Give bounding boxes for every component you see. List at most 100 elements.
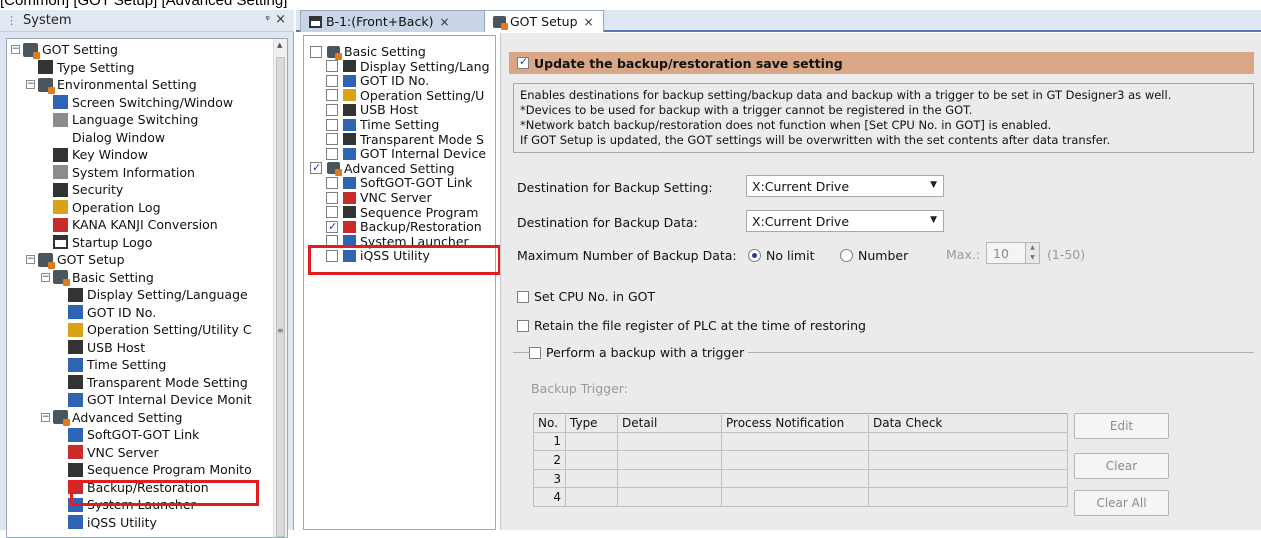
setup-tree-checkbox[interactable] [326,147,338,160]
retain-checkbox[interactable] [517,319,529,332]
dest-setting-dropdown[interactable]: X:Current Drive ▼ [746,175,944,197]
tree-item[interactable]: − Advanced Setting [41,409,182,426]
spin-up-icon[interactable]: ▲ [1026,243,1039,253]
edit-button[interactable]: Edit [1074,413,1169,439]
setup-tree-checkbox[interactable] [326,118,338,131]
radio-number[interactable]: Number [840,248,908,263]
collapse-icon[interactable]: − [26,255,35,264]
tab-close-icon[interactable]: × [439,15,449,29]
trigger-option[interactable]: Perform a backup with a trigger [529,345,749,360]
tree-item[interactable]: − Basic Setting [41,269,154,286]
setup-tree-checkbox[interactable] [326,219,338,234]
setup-tree-item[interactable]: Basic Setting [310,44,426,60]
setup-tree-item[interactable]: iQSS Utility [326,248,430,263]
setup-tree-checkbox[interactable] [310,160,322,175]
collapse-icon[interactable]: − [26,80,35,89]
tab-screen[interactable]: B-1:(Front+Back) × [300,10,486,32]
set-cpu-option[interactable]: Set CPU No. in GOT [517,289,655,304]
tree-item[interactable]: Transparent Mode Setting [56,374,248,391]
table-row[interactable]: 1 [533,431,1068,452]
setup-tree-item[interactable]: GOT Internal Device [326,146,486,161]
tree-item[interactable]: GOT Internal Device Monit [56,391,252,408]
setup-tree-checkbox[interactable] [326,206,338,219]
tab-got-setup[interactable]: GOT Setup × [484,10,604,32]
tree-item[interactable]: Dialog Window [41,129,165,146]
setup-tree-item[interactable]: Advanced Setting [310,160,454,177]
tree-item[interactable]: Display Setting/Language [56,286,248,303]
scroll-up-icon[interactable]: ▲ [277,41,282,49]
tree-item-label: Sequence Program Monito [87,462,252,477]
table-row[interactable]: 2 [533,450,1068,470]
setup-tree-item[interactable]: System Launcher [326,234,469,249]
setup-tree-item[interactable]: SoftGOT-GOT Link [326,175,472,190]
tree-item[interactable]: Key Window [41,146,148,163]
tree-item[interactable]: Security [41,181,123,198]
set-cpu-checkbox[interactable] [517,290,529,303]
close-icon[interactable]: × [275,12,286,27]
tree-item[interactable]: iQSS Utility [56,514,157,531]
spin-down-icon[interactable]: ▼ [1026,253,1039,263]
setup-tree-checkbox[interactable] [326,235,338,248]
tab-close-icon[interactable]: × [584,15,594,29]
internal-device-icon [68,392,83,407]
setup-tree-checkbox[interactable] [326,60,338,73]
tree-item[interactable]: Sequence Program Monito [56,461,252,478]
tree-item[interactable]: − GOT Setup [26,251,125,269]
setup-tree-checkbox[interactable] [326,133,338,146]
trigger-checkbox[interactable] [529,346,541,359]
collapse-icon[interactable]: − [41,412,50,422]
scrollbar-thumb[interactable] [276,57,285,537]
tree-item[interactable]: SoftGOT-GOT Link [56,426,199,443]
setup-tree-item[interactable]: Operation Setting/U [326,88,484,103]
collapse-icon[interactable]: − [41,272,50,282]
radio-no-limit[interactable]: No limit [748,248,814,263]
tree-item[interactable]: Type Setting [26,59,134,76]
clear-button[interactable]: Clear [1074,453,1169,479]
update-setting-checkbox[interactable] [517,55,529,69]
setup-tree-checkbox[interactable] [326,176,338,189]
tree-item[interactable]: Language Switching [41,111,198,128]
setup-tree-checkbox[interactable] [326,249,338,262]
tree-item[interactable]: Operation Log [41,199,161,216]
setup-tree-item[interactable]: USB Host [326,102,418,117]
table-row[interactable]: 4 [533,487,1068,507]
max-number-spinner[interactable]: 10 ▲ ▼ [986,242,1040,264]
setup-tree-item[interactable]: Display Setting/Lang [326,59,490,74]
setup-tree-checkbox[interactable] [326,191,338,204]
tree-item[interactable]: VNC Server [56,444,159,461]
setup-tree-item[interactable]: VNC Server [326,190,432,205]
setup-tree-checkbox[interactable] [326,74,338,87]
tree-scrollbar[interactable]: ▲ ≡ [273,39,287,537]
setup-tree-item[interactable]: Transparent Mode S [326,132,484,147]
spinner-buttons[interactable]: ▲ ▼ [1025,243,1039,263]
pin-icon[interactable]: ᵠ [265,13,270,26]
setup-tree-item[interactable]: GOT ID No. [326,73,429,88]
tree-item[interactable]: System Information [41,164,195,181]
setup-tree-item[interactable]: Backup/Restoration [326,219,482,234]
screen-switch-icon [53,95,68,109]
tree-item[interactable]: − GOT Setting [11,41,118,59]
update-setting-banner[interactable]: Update the backup/restoration save setti… [509,52,1254,74]
tree-item[interactable]: Operation Setting/Utility C [56,321,252,338]
tree-item[interactable]: Backup/Restoration [56,479,209,496]
radio-number-button[interactable] [840,249,853,262]
tree-item[interactable]: System Launcher [56,496,196,513]
setup-tree-checkbox[interactable] [326,89,338,102]
tree-item[interactable]: Screen Switching/Window [41,94,233,111]
tree-item[interactable]: KANA KANJI Conversion [41,216,218,233]
radio-no-limit-button[interactable] [748,249,761,262]
clear-all-button[interactable]: Clear All [1074,490,1169,516]
tree-item[interactable]: Time Setting [56,356,166,373]
setup-tree-item[interactable]: Time Setting [326,117,439,132]
setup-tree-item[interactable]: Sequence Program [326,205,478,220]
tree-item[interactable]: Startup Logo [41,234,152,251]
dest-data-dropdown[interactable]: X:Current Drive ▼ [746,210,944,232]
tree-item[interactable]: − Environmental Setting [26,76,197,94]
table-row[interactable]: 3 [533,468,1068,489]
setup-tree-checkbox[interactable] [310,45,322,58]
retain-option[interactable]: Retain the file register of PLC at the t… [517,318,866,333]
setup-tree-checkbox[interactable] [326,103,338,116]
tree-item[interactable]: USB Host [56,339,145,356]
collapse-icon[interactable]: − [11,45,20,54]
tree-item[interactable]: GOT ID No. [56,304,156,321]
